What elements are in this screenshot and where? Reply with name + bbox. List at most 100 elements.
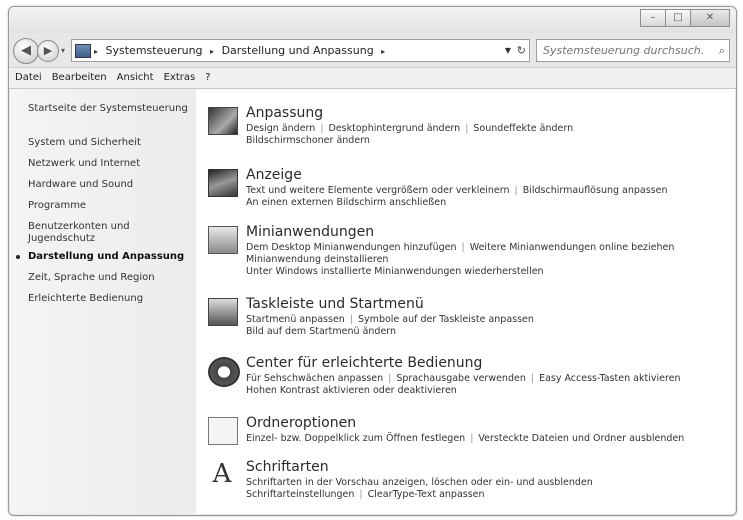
taskbar-icon [208,298,238,326]
task-link[interactable]: Hohen Kontrast aktivieren oder deaktivie… [246,385,457,396]
task-link[interactable]: Symbole auf der Taskleiste anpassen [358,314,534,325]
task-link[interactable]: Dem Desktop Minianwendungen hinzufügen [246,242,457,253]
link-line: Unter Windows installierte Minianwendung… [246,266,716,278]
breadcrumb-separator-icon: ▸ [210,47,215,56]
category-title[interactable]: Center für erleichterte Bedienung [246,355,482,371]
folder-options-icon [208,417,238,445]
active-bullet-icon [16,255,20,259]
forward-button[interactable]: ▶ [37,40,59,62]
link-line: Einzel- bzw. Doppelklick zum Öffnen fest… [246,433,716,445]
task-link[interactable]: Text und weitere Elemente vergrößern ode… [246,185,510,196]
sidebar-item-ease-of-access[interactable]: Erleichterte Bedienung [28,293,188,305]
task-link[interactable]: Unter Windows installierte Minianwendung… [246,266,544,277]
sidebar-item-appearance[interactable]: Darstellung und Anpassung [16,251,188,263]
task-link[interactable]: Soundeffekte ändern [473,123,573,134]
menu-help[interactable]: ? [200,68,215,88]
link-line: Dem Desktop Minianwendungen hinzufügen | W… [246,242,716,254]
task-link[interactable]: Schriftarteinstellungen [246,489,354,500]
ease-of-access-icon [208,357,240,387]
sidebar: Startseite der Systemsteuerung System un… [10,89,196,514]
category-links: Text und weitere Elemente vergrößern ode… [246,185,716,209]
breadcrumb: ▸ Systemsteuerung ▸ Darstellung und Anpa… [94,40,389,62]
menu-bar: Datei Bearbeiten Ansicht Extras ? [9,67,736,89]
category-links: Für Sehschwächen anpassen | Sprachausgabe … [246,373,716,397]
minimize-button[interactable]: – [640,9,666,27]
category-title[interactable]: Ordneroptionen [246,415,356,431]
menu-datei[interactable]: Datei [9,68,47,88]
content-area: Startseite der Systemsteuerung System un… [10,89,735,514]
sidebar-item-programs[interactable]: Programme [28,200,188,212]
sidebar-item-clock-region[interactable]: Zeit, Sprache und Region [28,272,188,284]
breadcrumb-separator-icon: ▸ [381,47,386,56]
window-buttons: – □ ✕ [640,9,730,27]
search-input[interactable] [541,43,705,58]
link-separator: | [514,185,518,196]
menu-bearbeiten[interactable]: Bearbeiten [47,68,112,88]
personalization-icon [208,107,238,135]
task-link[interactable]: An einen externen Bildschirm anschließen [246,197,446,208]
category-links: Einzel- bzw. Doppelklick zum Öffnen fest… [246,433,716,445]
task-link[interactable]: Einzel- bzw. Doppelklick zum Öffnen fest… [246,433,465,444]
address-bar[interactable]: ▸ Systemsteuerung ▸ Darstellung und Anpa… [71,39,530,62]
link-separator: | [461,242,465,253]
gadgets-icon [208,226,238,254]
category-title[interactable]: Anpassung [246,105,323,121]
link-line: Startmenü anpassen | Symbole auf der Taskl… [246,314,716,326]
sidebar-item-hardware[interactable]: Hardware und Sound [28,179,188,191]
search-box[interactable]: ⌕ [536,39,730,62]
breadcrumb-systemsteuerung[interactable]: Systemsteuerung [106,44,203,57]
display-icon [208,169,238,197]
category-title[interactable]: Anzeige [246,167,302,183]
close-button[interactable]: ✕ [690,9,730,27]
category-links: Startmenü anpassen | Symbole auf der Taskl… [246,314,716,338]
link-line: Minianwendung deinstallieren [246,254,716,266]
link-line: Für Sehschwächen anpassen | Sprachausgabe … [246,373,716,385]
category-links: Schriftarten in der Vorschau anzeigen, l… [246,477,716,501]
link-line: Hohen Kontrast aktivieren oder deaktivie… [246,385,716,397]
menu-extras[interactable]: Extras [159,68,201,88]
task-link[interactable]: Bildschirmschoner ändern [246,135,370,146]
back-button[interactable]: ◀ [13,38,39,64]
maximize-button[interactable]: □ [665,9,691,27]
task-link[interactable]: Minianwendung deinstallieren [246,254,388,265]
search-icon[interactable]: ⌕ [719,40,725,61]
fonts-icon: A [212,459,232,489]
link-line: Bild auf dem Startmenü ändern [246,326,716,338]
category-title[interactable]: Schriftarten [246,459,329,475]
task-link[interactable]: Startmenü anpassen [246,314,345,325]
refresh-icon[interactable]: ↻ [517,40,526,61]
sidebar-item-network[interactable]: Netzwerk und Internet [28,158,188,170]
link-separator: | [465,123,469,134]
category-links: Design ändern | Desktophintergrund ändern |… [246,123,716,147]
category-list: Anpassung Design ändern | Desktophintergru… [196,89,735,514]
breadcrumb-darstellung[interactable]: Darstellung und Anpassung [222,44,374,57]
task-link[interactable]: Versteckte Dateien und Ordner ausblenden [478,433,684,444]
link-separator: | [388,373,392,384]
task-link[interactable]: Easy Access-Tasten aktivieren [539,373,680,384]
navigation-bar: ◀ ▶ ▾ ▸ Systemsteuerung ▸ Darstellung un… [9,33,736,67]
task-link[interactable]: Sprachausgabe verwenden [396,373,525,384]
task-link[interactable]: Desktophintergrund ändern [329,123,461,134]
task-link[interactable]: Für Sehschwächen anpassen [246,373,383,384]
sidebar-item-system[interactable]: System und Sicherheit [28,137,188,149]
category-title[interactable]: Minianwendungen [246,224,374,240]
category-title[interactable]: Taskleiste und Startmenü [246,296,424,312]
link-line: Bildschirmschoner ändern [246,135,716,147]
task-link[interactable]: Weitere Minianwendungen online beziehen [470,242,675,253]
task-link[interactable]: ClearType-Text anpassen [368,489,485,500]
link-separator: | [359,489,363,500]
sidebar-item-accounts[interactable]: Benutzerkonten und Jugendschutz [28,221,188,245]
link-line: Schriftarteinstellungen | ClearType-Text a… [246,489,716,501]
sidebar-item-label: Darstellung und Anpassung [28,251,185,262]
control-panel-icon [75,44,91,58]
recent-pages-dropdown-icon[interactable]: ▾ [61,46,65,55]
breadcrumb-separator-icon: ▸ [94,47,99,56]
address-dropdown-icon[interactable]: ▼ [505,40,511,61]
task-link[interactable]: Bildschirmauflösung anpassen [523,185,668,196]
task-link[interactable]: Schriftarten in der Vorschau anzeigen, l… [246,477,593,488]
menu-ansicht[interactable]: Ansicht [112,68,159,88]
sidebar-home-link[interactable]: Startseite der Systemsteuerung [28,103,188,115]
link-line: Schriftarten in der Vorschau anzeigen, l… [246,477,716,489]
task-link[interactable]: Design ändern [246,123,315,134]
task-link[interactable]: Bild auf dem Startmenü ändern [246,326,396,337]
